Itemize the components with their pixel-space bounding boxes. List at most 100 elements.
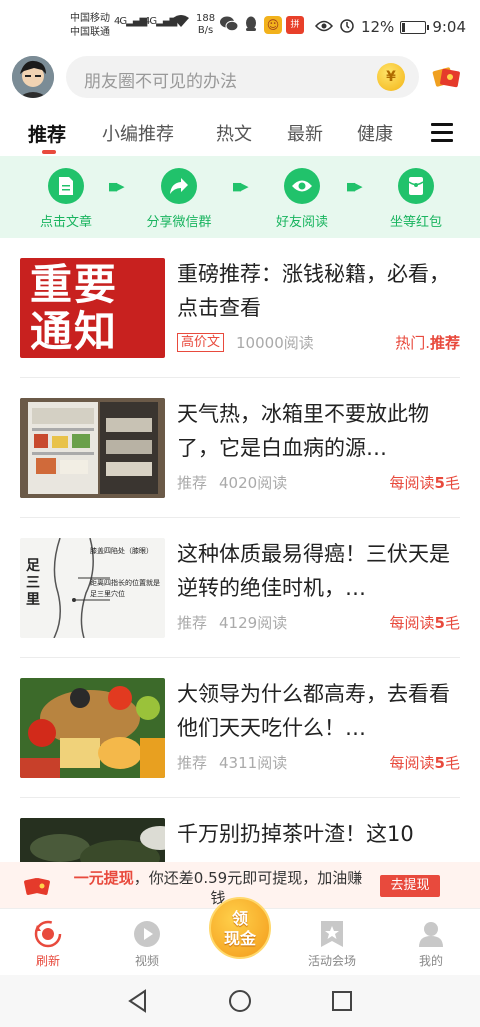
nav-label: 刷新 — [35, 954, 60, 968]
cash-line-2: 现金 — [223, 929, 256, 948]
article-meta: 高价文 10000阅读 — [177, 332, 314, 353]
article-thumbnail[interactable]: 重要 通知 — [20, 258, 165, 358]
thumbnail-text: 膝盖四陷处（膝眼） — [90, 547, 153, 555]
notification-icons: ☺ 拼 — [220, 16, 304, 34]
article-item[interactable]: 大领导为什么都高寿，去看看他们天天吃什么！… 推荐 4311阅读 每阅读5毛 — [0, 658, 480, 798]
arrow-icon: ▮▮▶ — [108, 180, 125, 193]
article-title[interactable]: 大领导为什么都高寿，去看看他们天天吃什么！… — [177, 677, 462, 745]
article-thumbnail[interactable] — [20, 398, 165, 498]
nav-video[interactable]: 视频 — [107, 919, 187, 969]
wifi-icon — [172, 14, 190, 32]
carrier-names: 中国移动 中国联通 — [70, 12, 110, 40]
article-title[interactable]: 这种体质最易得癌！三伏天是逆转的绝佳时机，… — [177, 537, 462, 605]
carrier-2: 中国联通 — [70, 27, 110, 38]
eye-comfort-icon — [314, 18, 333, 36]
step-click-article: 点击文章 — [16, 168, 116, 230]
clock: 9:04 — [432, 18, 466, 36]
cash-line-1: 领 — [231, 909, 248, 928]
nav-profile[interactable]: 我的 — [391, 919, 471, 969]
tab-hot[interactable]: 热文 — [216, 120, 252, 146]
article-title[interactable]: 天气热，冰箱里不要放此物了，它是白血病的源… — [177, 397, 462, 465]
nav-label: 活动会场 — [307, 954, 356, 968]
step-friend-read: 好友阅读 — [252, 168, 352, 230]
person-icon — [416, 919, 446, 949]
tab-editor-picks[interactable]: 小编推荐 — [102, 120, 174, 146]
article-item[interactable]: 足三里 膝盖四陷处（膝眼） 距离四指长的位置就是足三里穴位 这种体质最易得癌！三… — [0, 518, 480, 658]
red-packet-icon — [24, 876, 52, 896]
arrow-icon: ▮▮▶ — [232, 180, 249, 193]
eye-icon — [284, 168, 320, 204]
article-title[interactable]: 重磅推荐：涨钱秘籍，必看，点击查看 — [177, 257, 462, 325]
alarm-icon — [339, 17, 355, 37]
search-bar[interactable]: 朋友圈不可见的办法 ¥ — [66, 56, 419, 98]
thumbnail-text: 距离四指长的位置就是足三里穴位 — [90, 579, 160, 598]
step-share: 分享微信群 — [129, 168, 229, 230]
collect-cash-button[interactable]: 领 现金 — [209, 897, 271, 959]
how-it-works-banner[interactable]: 点击文章 ▮▮▶ 分享微信群 ▮▮▶ 好友阅读 ▮▮▶ 坐等红包 — [0, 156, 480, 238]
read-count: 10000阅读 — [236, 334, 314, 352]
reward-suffix: 毛 — [444, 754, 460, 772]
reward-amount: 5 — [434, 614, 445, 632]
avatar[interactable] — [12, 56, 54, 98]
reward-suffix: 毛 — [444, 614, 460, 632]
thumbnail-text: 重要 — [30, 260, 119, 309]
article-thumbnail[interactable] — [20, 818, 165, 862]
coin-icon[interactable]: ¥ — [377, 63, 405, 91]
battery-percent: 12% — [360, 18, 395, 36]
article-item[interactable]: 重要 通知 重磅推荐：涨钱秘籍，必看，点击查看 高价文 10000阅读 热门.推… — [0, 238, 480, 378]
tab-latest[interactable]: 最新 — [287, 120, 323, 146]
thumbnail-text: 通知 — [30, 307, 119, 356]
network-speed: 188 B/s — [196, 13, 215, 37]
reward-label: 每阅读5毛 — [390, 612, 460, 633]
withdraw-highlight: 一元提现 — [73, 869, 134, 887]
tab-recommend[interactable]: 推荐 — [28, 120, 66, 147]
read-count: 4020阅读 — [219, 474, 288, 492]
recents-icon[interactable] — [329, 988, 355, 1014]
back-icon[interactable] — [125, 988, 151, 1014]
article-tag: 推荐 — [177, 474, 208, 492]
nav-refresh[interactable]: 刷新 — [8, 919, 88, 969]
nav-label: 视频 — [134, 954, 159, 968]
article-thumbnail[interactable]: 足三里 膝盖四陷处（膝眼） 距离四指长的位置就是足三里穴位 — [20, 538, 165, 638]
home-icon[interactable] — [227, 988, 253, 1014]
search-input[interactable]: 朋友圈不可见的办法 — [84, 67, 237, 92]
battery-icon — [400, 20, 430, 34]
read-count: 4311阅读 — [219, 754, 288, 772]
step-label: 分享微信群 — [146, 215, 212, 230]
article-thumbnail[interactable] — [20, 678, 165, 778]
arrow-icon: ▮▮▶ — [346, 180, 363, 193]
article-meta: 推荐 4129阅读 — [177, 612, 287, 633]
menu-icon[interactable] — [431, 123, 453, 147]
network-type-1: 4G — [114, 16, 127, 27]
nav-events[interactable]: 活动会场 — [292, 919, 372, 969]
article-item[interactable]: 天气热，冰箱里不要放此物了，它是白血病的源… 推荐 4020阅读 每阅读5毛 — [0, 378, 480, 518]
active-tab-indicator — [42, 150, 56, 154]
speed-unit: B/s — [197, 25, 214, 36]
qq-icon — [242, 16, 260, 34]
reward-label: 每阅读5毛 — [390, 472, 460, 493]
article-meta: 推荐 4311阅读 — [177, 752, 287, 773]
wechat-icon — [220, 16, 239, 34]
search-header: 朋友圈不可见的办法 ¥ — [0, 52, 480, 104]
bookmark-star-icon — [317, 919, 347, 949]
step-label: 好友阅读 — [275, 215, 328, 230]
article-tag: 推荐 — [177, 754, 208, 772]
network-type-2: 4G — [144, 16, 157, 27]
tab-health[interactable]: 健康 — [357, 120, 393, 146]
reward-prefix: 每阅读 — [389, 754, 435, 772]
withdraw-button[interactable]: 去提现 — [380, 875, 440, 897]
reward-amount: 推荐 — [429, 334, 460, 352]
article-item[interactable]: 千万别扔掉茶叶渣！这10 — [0, 798, 480, 862]
red-packet-icon — [398, 168, 434, 204]
app-notification-icon: ☺ — [264, 16, 282, 34]
status-bar: 中国移动 中国联通 4G▂▄▆ 4G▂▄▆ 188 B/s ☺ 拼 12% 9:… — [0, 0, 480, 52]
speed-value: 188 — [196, 13, 216, 24]
red-packet-icon[interactable] — [432, 64, 462, 90]
step-label: 点击文章 — [39, 215, 92, 230]
article-tag: 高价文 — [177, 333, 225, 352]
carrier-1: 中国移动 — [70, 13, 110, 24]
document-icon — [48, 168, 84, 204]
reward-label: 热门.推荐 — [395, 332, 460, 353]
thumbnail-text: 足三里 — [26, 558, 40, 608]
article-title[interactable]: 千万别扔掉茶叶渣！这10 — [177, 817, 462, 862]
